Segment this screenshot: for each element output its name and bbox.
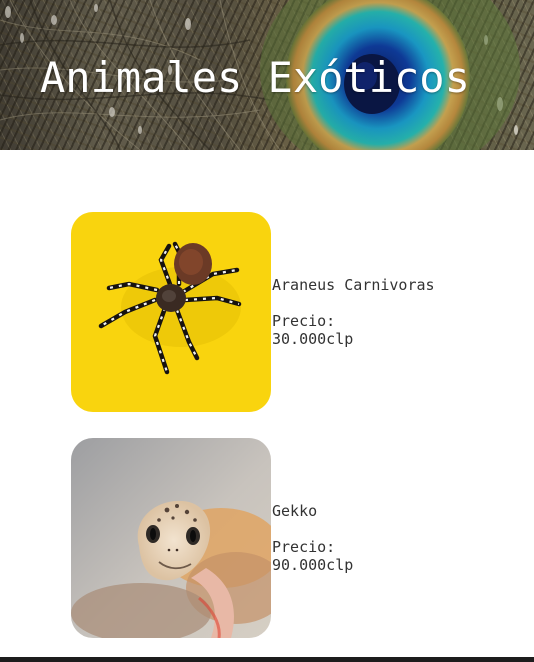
product-card[interactable]: Gekko Precio: 90.000clp xyxy=(71,438,511,638)
footer-bar xyxy=(0,657,534,662)
product-image-gecko[interactable] xyxy=(71,438,271,638)
product-card[interactable]: Araneus Carnivoras Precio: 30.000clp xyxy=(71,212,511,412)
page-title: Animales Exóticos xyxy=(40,53,470,102)
product-image-tarantula[interactable] xyxy=(71,212,271,412)
product-name: Gekko xyxy=(272,502,318,520)
product-info: Araneus Carnivoras Precio: 30.000clp xyxy=(272,212,435,412)
product-price: 30.000clp xyxy=(272,330,354,348)
price-label: Precio: xyxy=(272,312,336,330)
price-label: Precio: xyxy=(272,538,336,556)
hero-banner: Animales Exóticos xyxy=(0,0,534,150)
product-price: 90.000clp xyxy=(272,556,354,574)
product-info: Gekko Precio: 90.000clp xyxy=(272,438,353,638)
product-name: Araneus Carnivoras xyxy=(272,276,435,294)
